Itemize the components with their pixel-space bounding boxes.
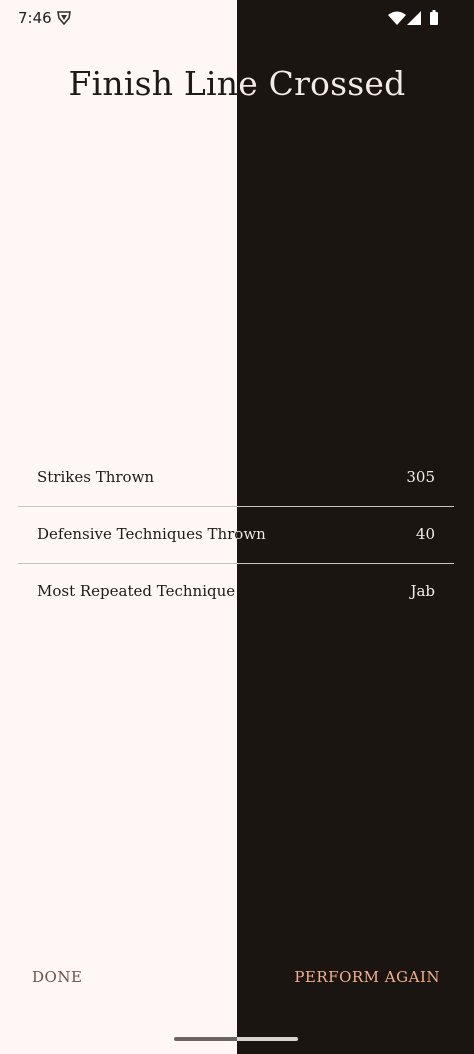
stat-label: Strikes Thrown: [37, 468, 155, 486]
shield-icon: [57, 11, 71, 25]
stat-label: Most Repeated Technique: [37, 582, 236, 600]
wifi-icon: [388, 11, 406, 25]
page-title: Finish Line Crossed: [0, 62, 474, 106]
battery-icon: [430, 10, 438, 25]
gesture-nav-handle[interactable]: [174, 1037, 298, 1041]
stat-value: 305: [406, 468, 435, 486]
signal-icon: [407, 11, 421, 25]
workout-summary-screen: 7:46 Finish Line Crossed Strikes Thrown …: [0, 0, 474, 1054]
stats-list: Strikes Thrown 305 Defensive Techniques …: [18, 450, 454, 620]
done-button[interactable]: DONE: [32, 968, 82, 986]
stat-row-most-repeated: Most Repeated Technique Jab: [18, 564, 454, 620]
stat-value: 40: [415, 525, 435, 543]
status-bar: 7:46: [0, 0, 474, 36]
stat-label: Defensive Techniques Thrown: [37, 525, 266, 543]
stat-row-defensive: Defensive Techniques Thrown 40: [18, 507, 454, 564]
status-time: 7:46: [18, 9, 52, 27]
stat-row-strikes: Strikes Thrown 305: [18, 450, 454, 507]
stat-value: Jab: [410, 582, 435, 600]
perform-again-button[interactable]: PERFORM AGAIN: [294, 968, 440, 986]
